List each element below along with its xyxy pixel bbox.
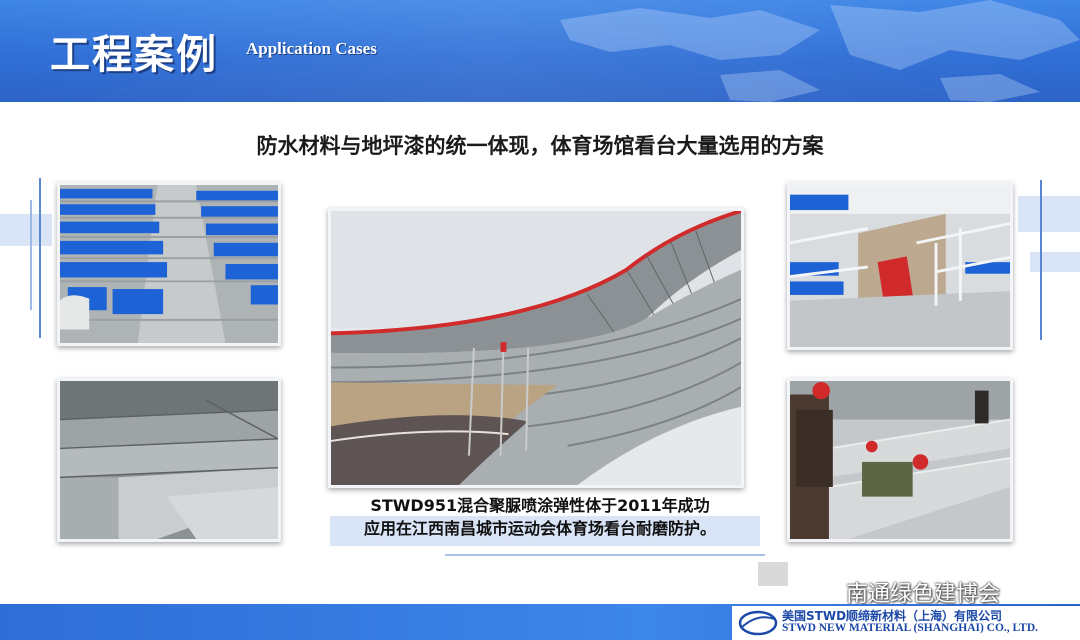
right-deco-line: [1040, 180, 1042, 340]
left-deco-bar: [0, 214, 52, 246]
concrete-stairs-photo: [57, 378, 281, 542]
caption-underline: [445, 554, 765, 556]
right-deco-bar: [1018, 196, 1080, 232]
page-subtitle: Application Cases: [246, 39, 377, 58]
caption-line-2: 应用在江西南昌城市运动会体育场看台耐磨防护。: [363, 519, 716, 538]
stwd-logo: [738, 610, 778, 636]
left-deco-line-2: [30, 200, 32, 310]
company-name-en: STWD NEW MATERIAL (SHANGHAI) CO., LTD.: [782, 622, 1039, 634]
headline: 防水材料与地坪漆的统一体现，体育场馆看台大量选用的方案: [256, 134, 824, 158]
blue-stadium-seats-photo: [57, 182, 281, 346]
wechat-icon: [807, 581, 839, 603]
photo-caption: STWD951混合聚脲喷涂弹性体于2011年成功 应用在江西南昌城市运动会体育场…: [320, 494, 760, 540]
workers-spraying-photo: [787, 378, 1013, 542]
nanchang-stadium-photo: [328, 208, 744, 488]
stand-steps-red-photo: [787, 182, 1013, 350]
right-deco-bar-2: [1030, 252, 1080, 272]
left-deco-line: [39, 178, 41, 338]
page-title: 工程案例: [50, 32, 218, 78]
watermark-box: [758, 562, 788, 586]
caption-line-1: STWD951混合聚脲喷涂弹性体于2011年成功: [370, 496, 710, 515]
